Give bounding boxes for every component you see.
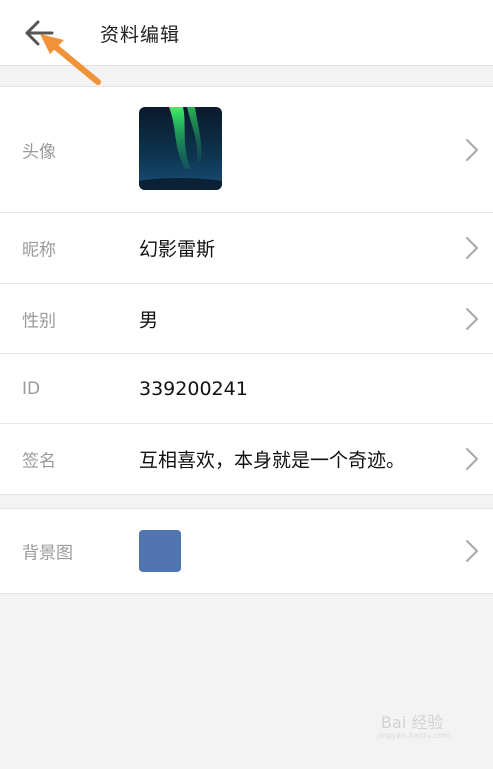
- page-title: 资料编辑: [100, 24, 181, 46]
- signature-value: 互相喜欢，本身就是一个奇迹。: [139, 449, 406, 472]
- background-label: 背景图: [22, 543, 73, 564]
- id-row: ID 339200241: [0, 354, 493, 424]
- id-value: 339200241: [139, 377, 248, 400]
- chevron-right-icon: [466, 237, 478, 259]
- watermark-text: Bai 经验: [381, 713, 444, 732]
- signature-row[interactable]: 签名 互相喜欢，本身就是一个奇迹。: [0, 424, 493, 494]
- arrow-left-icon: [25, 20, 54, 46]
- back-button[interactable]: [14, 10, 62, 56]
- gender-value: 男: [139, 309, 159, 331]
- id-label: ID: [22, 378, 41, 399]
- chevron-right-icon: [466, 138, 478, 161]
- background-preview: [139, 530, 181, 572]
- avatar: [139, 107, 222, 190]
- avatar-label: 头像: [22, 142, 56, 162]
- profile-card: 头像 昵称 幻影雷斯 性别 男 ID 339200241 签名 互相喜欢，本身就…: [0, 86, 493, 495]
- gender-label: 性别: [22, 311, 56, 331]
- watermark-subtext: jingyan.baidu.com: [377, 731, 451, 740]
- watermark-logo: Bai 经验 jingyan.baidu.com: [377, 701, 467, 741]
- avatar-row[interactable]: 头像: [0, 87, 493, 213]
- signature-label: 签名: [22, 451, 56, 472]
- chevron-right-icon: [466, 448, 478, 470]
- top-bar: 资料编辑: [0, 0, 493, 66]
- chevron-right-icon: [466, 307, 478, 330]
- nickname-label: 昵称: [22, 240, 56, 261]
- background-card: 背景图: [0, 508, 493, 594]
- gender-row[interactable]: 性别 男: [0, 284, 493, 354]
- nickname-value: 幻影雷斯: [139, 238, 216, 261]
- background-row[interactable]: 背景图: [0, 509, 493, 593]
- nickname-row[interactable]: 昵称 幻影雷斯: [0, 213, 493, 284]
- chevron-right-icon: [466, 540, 478, 562]
